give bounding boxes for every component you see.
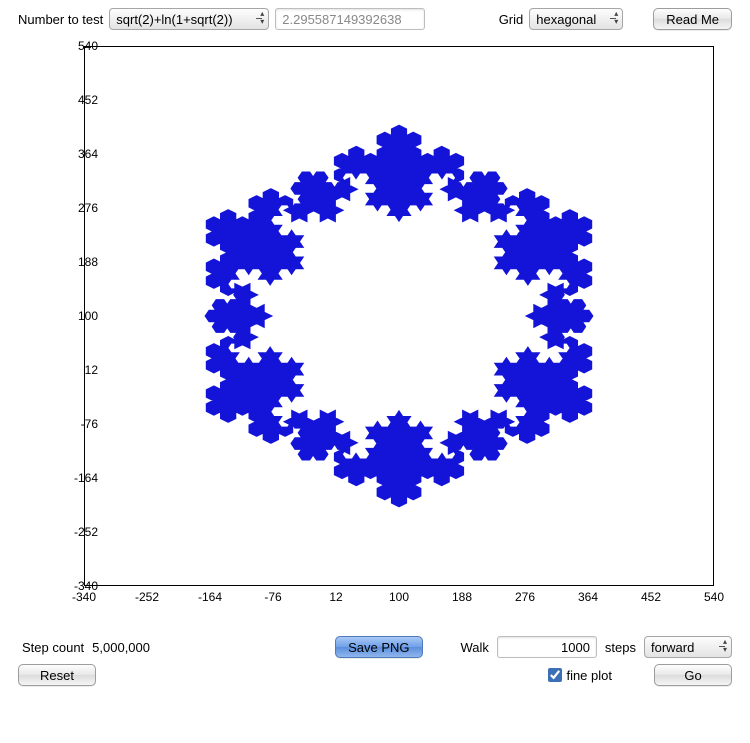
number-label: Number to test — [18, 12, 103, 27]
x-tick-label: 100 — [389, 590, 409, 604]
direction-select[interactable]: forward — [644, 636, 732, 658]
fine-plot-check-input[interactable] — [548, 668, 562, 682]
x-tick-label: 12 — [329, 590, 342, 604]
readme-button[interactable]: Read Me — [653, 8, 732, 30]
x-tick-label: 276 — [515, 590, 535, 604]
x-tick-label: -164 — [198, 590, 222, 604]
step-count-value: 5,000,000 — [92, 640, 150, 655]
step-count-label: Step count — [22, 640, 84, 655]
reset-button[interactable]: Reset — [18, 664, 96, 686]
x-tick-label: -252 — [135, 590, 159, 604]
steps-label: steps — [605, 640, 636, 655]
fine-plot-label: fine plot — [566, 668, 612, 683]
number-select[interactable]: sqrt(2)+ln(1+sqrt(2)) — [109, 8, 269, 30]
save-png-button[interactable]: Save PNG — [335, 636, 422, 658]
plot-path — [84, 46, 714, 586]
x-tick-label: -340 — [72, 590, 96, 604]
number-value-field — [275, 8, 425, 30]
x-tick-label: 452 — [641, 590, 661, 604]
x-tick-label: 188 — [452, 590, 472, 604]
x-tick-label: -76 — [264, 590, 281, 604]
x-tick-label: 364 — [578, 590, 598, 604]
plot-area: 540 452 364 276 188 100 12 -76 -164 -252… — [34, 40, 734, 630]
walk-steps-input[interactable] — [497, 636, 597, 658]
x-tick-label: 540 — [704, 590, 724, 604]
grid-label: Grid — [499, 12, 524, 27]
grid-select[interactable]: hexagonal — [529, 8, 623, 30]
fine-plot-checkbox[interactable]: fine plot — [548, 668, 612, 683]
walk-label: Walk — [461, 640, 489, 655]
go-button[interactable]: Go — [654, 664, 732, 686]
